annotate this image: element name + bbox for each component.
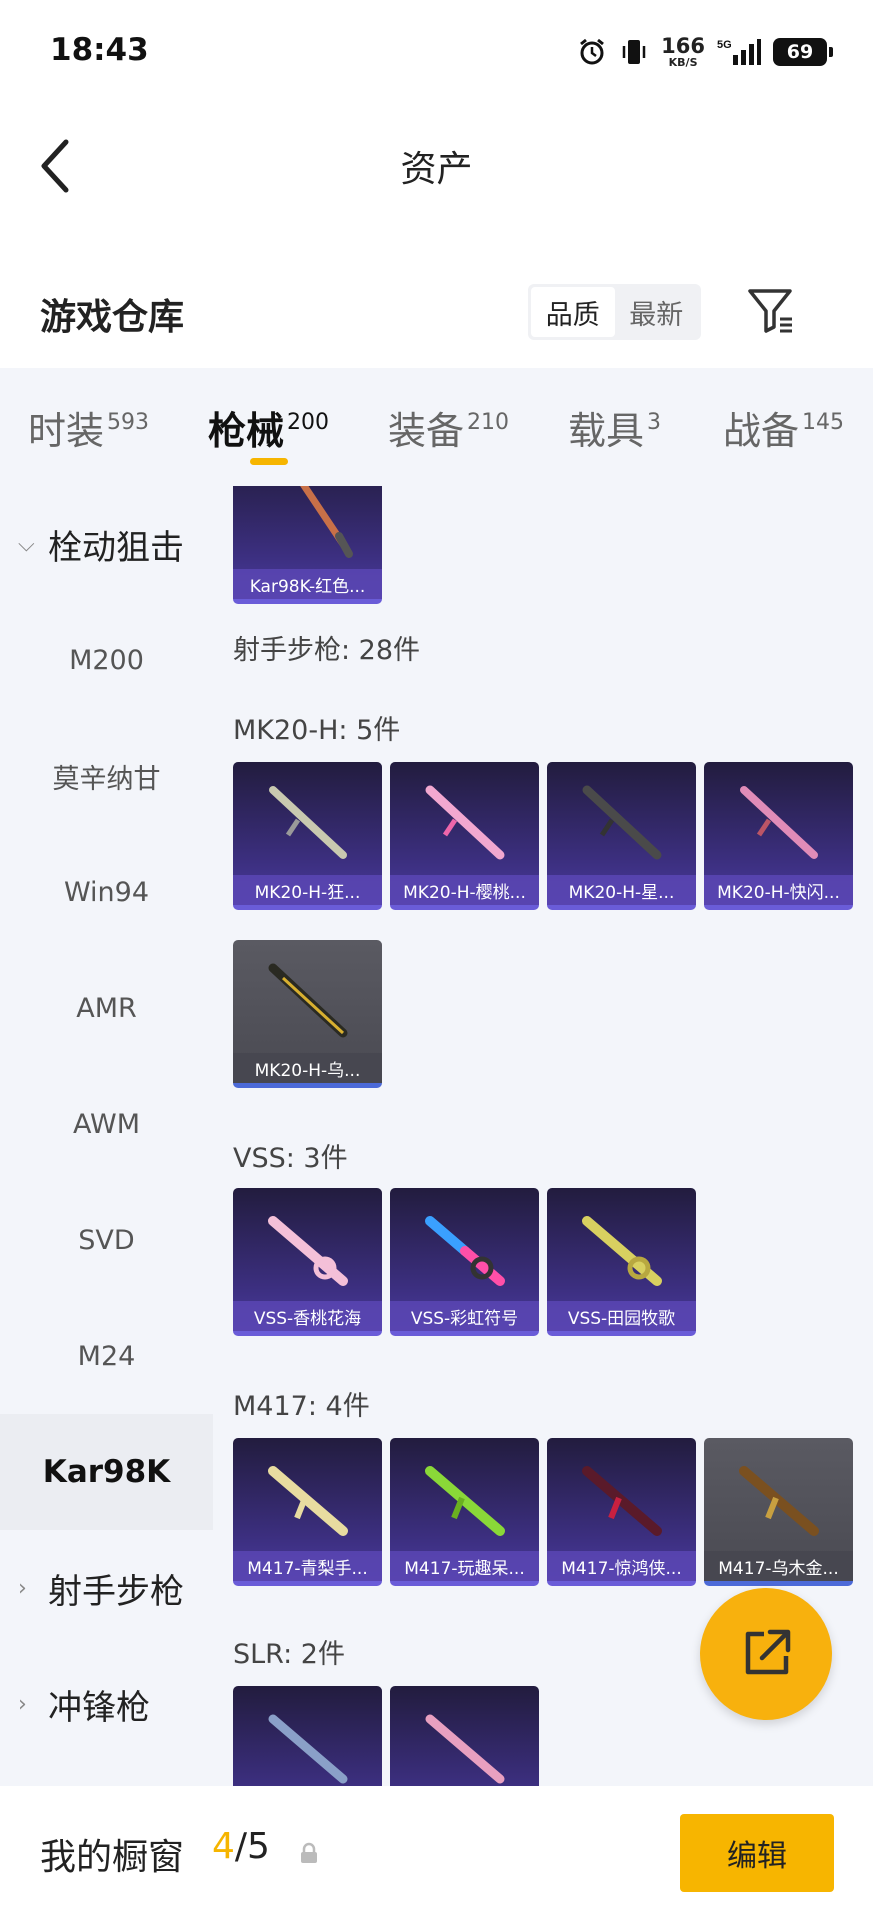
showcase-bar: 我的橱窗 4/5 编辑: [0, 1786, 873, 1920]
rifle-icon: [269, 786, 347, 859]
sidebar-item-mosin[interactable]: 莫辛纳甘: [0, 718, 213, 834]
vibrate-icon: [622, 40, 646, 64]
tab-guns[interactable]: 枪械 200: [208, 400, 329, 455]
sidebar-item-svd[interactable]: SVD: [0, 1182, 213, 1298]
rifle-icon: [740, 786, 818, 859]
rifle-icon: [582, 1466, 662, 1536]
sort-quality-button[interactable]: 品质: [531, 287, 615, 337]
rifle-icon: [425, 1466, 505, 1536]
item-card[interactable]: M417-乌木金...: [704, 1438, 853, 1586]
sort-toggle: 品质 最新: [528, 284, 701, 340]
rifle-icon: [268, 963, 348, 1038]
item-card[interactable]: MK20-H-快闪...: [704, 762, 853, 910]
chevron-right-icon: ›: [18, 1691, 27, 1717]
tab-indicator: [250, 458, 288, 465]
status-time: 18:43: [50, 32, 149, 68]
rifle-icon: [268, 1714, 348, 1784]
svg-text:5G: 5G: [717, 39, 732, 51]
lock-icon: [301, 1842, 317, 1863]
alarm-icon: [580, 38, 605, 65]
item-card[interactable]: M417-青梨手...: [233, 1438, 382, 1586]
rifle-icon: [739, 1466, 819, 1536]
tab-fashion[interactable]: 时装 593: [28, 400, 149, 455]
share-icon: [745, 1629, 791, 1675]
tab-vehicles[interactable]: 载具 3: [568, 400, 661, 455]
net-speed: 166 KB/S: [661, 34, 705, 69]
chevron-down-icon: ⌵: [18, 531, 35, 557]
tab-tactical[interactable]: 战备 145: [723, 400, 844, 455]
status-bar: 18:43 166 KB/S 5G 69: [0, 0, 873, 100]
sidebar: ⌵ 栓动狙击 M200 莫辛纳甘 Win94 AMR AWM SVD M24 Ka…: [0, 486, 213, 1786]
section-vss-title: VSS: 3件: [233, 1143, 348, 1174]
rifle-icon: [582, 1216, 662, 1286]
item-card[interactable]: Kar98K-红色...: [233, 486, 382, 604]
sort-newest-button[interactable]: 最新: [615, 287, 699, 337]
item-card[interactable]: MK20-H-星...: [547, 762, 696, 910]
app-header: 资产: [0, 120, 873, 210]
item-card[interactable]: M417-惊鸿侠...: [547, 1438, 696, 1586]
filter-icon[interactable]: [746, 285, 796, 335]
section-mk20-title: MK20-H: 5件: [233, 715, 401, 746]
rifle-icon: [425, 1714, 505, 1784]
page-title: 资产: [400, 149, 473, 190]
item-card[interactable]: MK20-H-乌...: [233, 940, 382, 1088]
sidebar-group-bolt-sniper[interactable]: ⌵ 栓动狙击: [0, 486, 213, 602]
sidebar-item-m24[interactable]: M24: [0, 1298, 213, 1414]
item-card[interactable]: [233, 1686, 382, 1786]
tab-equipment[interactable]: 装备 210: [388, 400, 509, 455]
item-card[interactable]: MK20-H-狂...: [233, 762, 382, 910]
item-card[interactable]: VSS-香桃花海: [233, 1188, 382, 1336]
section-slr-title: SLR: 2件: [233, 1639, 345, 1670]
rifle-icon: [425, 785, 505, 860]
item-card[interactable]: VSS-田园牧歌: [547, 1188, 696, 1336]
sidebar-group-smg[interactable]: › 冲锋枪: [0, 1646, 213, 1762]
item-card[interactable]: [390, 1686, 539, 1786]
rifle-icon: [268, 1216, 348, 1286]
category-tabs: 时装 593 枪械 200 装备 210 载具 3 战备 145: [0, 368, 873, 486]
battery-icon: 69: [773, 38, 833, 66]
edit-button[interactable]: 编辑: [680, 1814, 834, 1892]
rifle-icon: [582, 785, 662, 860]
item-card[interactable]: M417-玩趣呆...: [390, 1438, 539, 1586]
sidebar-item-kar98k[interactable]: Kar98K: [0, 1414, 213, 1530]
showcase-label: 我的橱窗: [40, 1837, 185, 1878]
rifle-icon: [268, 1466, 348, 1536]
sidebar-group-marksman[interactable]: › 射手步枪: [0, 1530, 213, 1646]
showcase-count: 4/5: [212, 1826, 270, 1867]
sidebar-item-amr[interactable]: AMR: [0, 950, 213, 1066]
share-button[interactable]: [700, 1588, 832, 1720]
section-m417-title: M417: 4件: [233, 1391, 370, 1422]
rifle-icon: [300, 486, 353, 558]
sidebar-item-win94[interactable]: Win94: [0, 834, 213, 950]
sidebar-item-m200[interactable]: M200: [0, 602, 213, 718]
signal-icon: 5G: [717, 39, 761, 65]
warehouse-title: 游戏仓库: [40, 297, 185, 338]
chevron-right-icon: ›: [18, 1575, 27, 1601]
section-marksman-count: 射手步枪: 28件: [233, 635, 421, 666]
item-card[interactable]: MK20-H-樱桃...: [390, 762, 539, 910]
sidebar-item-awm[interactable]: AWM: [0, 1066, 213, 1182]
item-card[interactable]: VSS-彩虹符号: [390, 1188, 539, 1336]
rifle-icon: [425, 1216, 505, 1286]
